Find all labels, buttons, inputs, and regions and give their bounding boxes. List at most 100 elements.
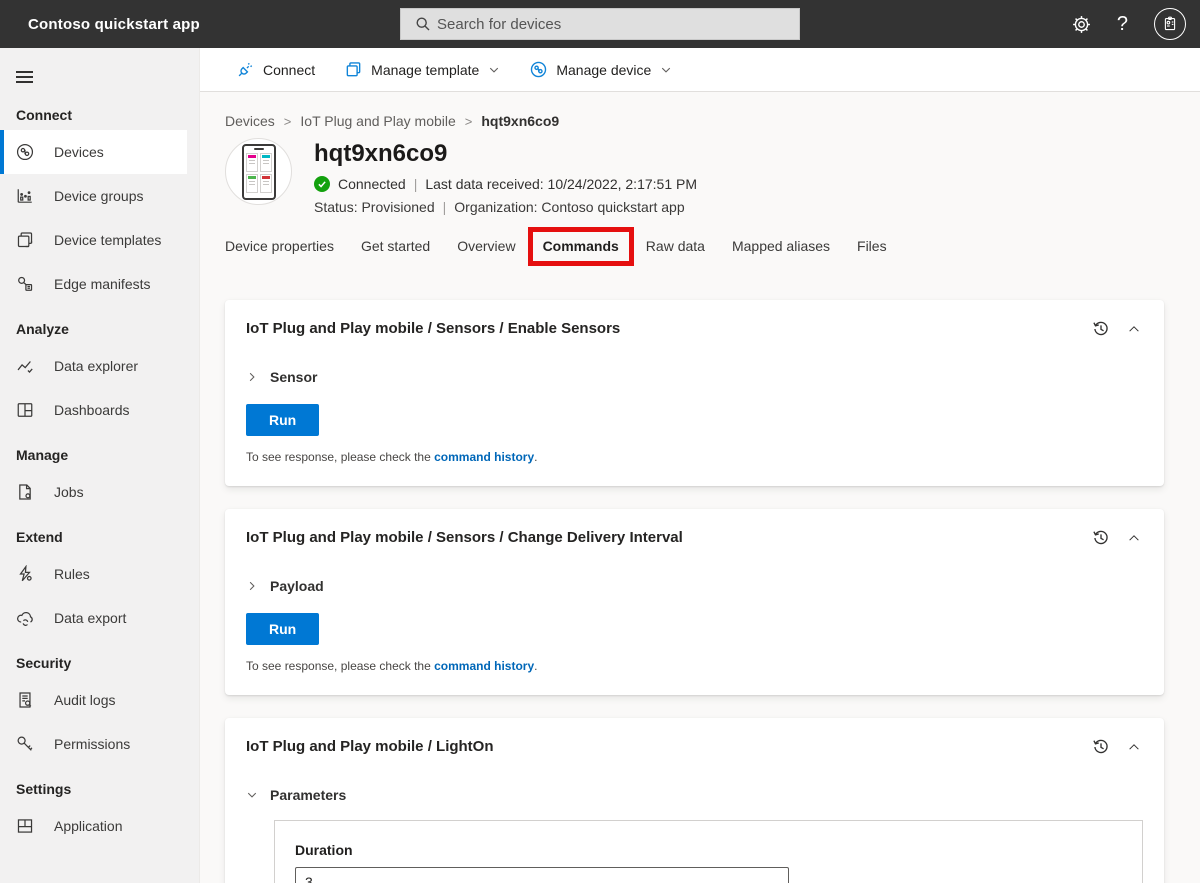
payload-expander[interactable]: Payload bbox=[246, 578, 1143, 594]
run-button[interactable]: Run bbox=[246, 404, 319, 436]
gear-icon bbox=[1072, 15, 1091, 34]
sidebar-item-jobs[interactable]: Jobs bbox=[0, 470, 199, 514]
command-card-lighton: IoT Plug and Play mobile / LightOn bbox=[225, 718, 1164, 883]
account-badge-icon bbox=[1154, 8, 1186, 40]
device-status-line: Connected | Last data received: 10/24/20… bbox=[314, 176, 697, 192]
collapse-card-button[interactable] bbox=[1127, 322, 1141, 336]
application-icon bbox=[16, 817, 34, 835]
topbar-actions: ? bbox=[1072, 0, 1186, 48]
chevron-right-icon bbox=[246, 371, 258, 383]
tab-raw-data[interactable]: Raw data bbox=[646, 238, 705, 264]
breadcrumb-template[interactable]: IoT Plug and Play mobile bbox=[300, 113, 455, 129]
breadcrumb: Devices > IoT Plug and Play mobile > hqt… bbox=[225, 113, 1164, 129]
content-area: Devices > IoT Plug and Play mobile > hqt… bbox=[200, 92, 1200, 883]
chevron-down-icon bbox=[246, 789, 258, 801]
sidebar-item-application[interactable]: Application bbox=[0, 804, 199, 848]
command-history-button[interactable] bbox=[1092, 738, 1110, 756]
history-icon bbox=[1092, 529, 1110, 547]
sidebar-section-security: Security bbox=[0, 640, 199, 678]
sidebar-section-extend: Extend bbox=[0, 514, 199, 552]
chevron-up-icon bbox=[1127, 531, 1141, 545]
collapse-card-button[interactable] bbox=[1127, 531, 1141, 545]
tab-device-properties[interactable]: Device properties bbox=[225, 238, 334, 264]
sidebar-item-edge-manifests[interactable]: Edge manifests bbox=[0, 262, 199, 306]
parameters-expander[interactable]: Parameters bbox=[246, 787, 1143, 803]
settings-button[interactable] bbox=[1072, 15, 1091, 34]
commands-list: IoT Plug and Play mobile / Sensors / Ena… bbox=[225, 300, 1164, 883]
tab-commands[interactable]: Commands bbox=[543, 238, 619, 264]
sidebar-item-data-explorer[interactable]: Data explorer bbox=[0, 344, 199, 388]
sidebar-item-label: Device templates bbox=[54, 232, 161, 248]
dashboards-icon bbox=[16, 401, 34, 419]
breadcrumb-devices[interactable]: Devices bbox=[225, 113, 275, 129]
permissions-icon bbox=[16, 735, 34, 753]
sidebar-item-permissions[interactable]: Permissions bbox=[0, 722, 199, 766]
sidebar-item-label: Application bbox=[54, 818, 123, 834]
tab-files[interactable]: Files bbox=[857, 238, 887, 264]
chevron-down-icon bbox=[660, 64, 672, 76]
audit-logs-icon bbox=[16, 691, 34, 709]
phone-screenshot-image bbox=[242, 144, 276, 200]
command-history-link[interactable]: command history bbox=[434, 450, 534, 464]
tab-overview[interactable]: Overview bbox=[457, 238, 515, 264]
collapse-card-button[interactable] bbox=[1127, 740, 1141, 754]
device-avatar bbox=[225, 138, 292, 205]
manage-device-button[interactable]: Manage device bbox=[530, 61, 672, 78]
sidebar-section-settings: Settings bbox=[0, 766, 199, 804]
last-data-received: Last data received: 10/24/2022, 2:17:51 … bbox=[425, 176, 697, 192]
chevron-down-icon bbox=[488, 64, 500, 76]
edge-manifests-icon bbox=[16, 275, 34, 293]
manage-template-icon bbox=[345, 61, 362, 78]
command-history-button[interactable] bbox=[1092, 320, 1110, 338]
command-title: IoT Plug and Play mobile / LightOn bbox=[246, 738, 494, 755]
duration-input[interactable] bbox=[295, 867, 789, 883]
run-button[interactable]: Run bbox=[246, 613, 319, 645]
jobs-icon bbox=[16, 483, 34, 501]
app-title: Contoso quickstart app bbox=[0, 16, 200, 33]
connect-button[interactable]: Connect bbox=[237, 61, 315, 78]
sensor-expander[interactable]: Sensor bbox=[246, 369, 1143, 385]
command-history-button[interactable] bbox=[1092, 529, 1110, 547]
help-button[interactable]: ? bbox=[1117, 13, 1128, 36]
sidebar-item-audit-logs[interactable]: Audit logs bbox=[0, 678, 199, 722]
data-export-icon bbox=[16, 609, 34, 627]
tab-get-started[interactable]: Get started bbox=[361, 238, 430, 264]
organization: Organization: Contoso quickstart app bbox=[454, 199, 684, 215]
provision-status: Status: Provisioned bbox=[314, 199, 435, 215]
command-title: IoT Plug and Play mobile / Sensors / Cha… bbox=[246, 529, 683, 546]
sidebar-item-data-export[interactable]: Data export bbox=[0, 596, 199, 640]
menu-toggle-button[interactable] bbox=[16, 68, 33, 86]
sidebar-item-label: Devices bbox=[54, 144, 104, 160]
tab-mapped-aliases[interactable]: Mapped aliases bbox=[732, 238, 830, 264]
device-groups-icon bbox=[16, 187, 34, 205]
search-input[interactable] bbox=[437, 16, 791, 33]
topbar: Contoso quickstart app ? bbox=[0, 0, 1200, 48]
page-title-device-name: hqt9xn6co9 bbox=[314, 140, 697, 168]
device-header: hqt9xn6co9 Connected | Last data receive… bbox=[225, 138, 1164, 215]
response-note: To see response, please check the comman… bbox=[246, 659, 1143, 673]
command-history-link[interactable]: command history bbox=[434, 659, 534, 673]
chevron-up-icon bbox=[1127, 740, 1141, 754]
history-icon bbox=[1092, 738, 1110, 756]
sidebar-item-device-groups[interactable]: Device groups bbox=[0, 174, 199, 218]
data-explorer-icon bbox=[16, 357, 34, 375]
device-tabs: Device properties Get started Overview C… bbox=[225, 238, 1164, 278]
sidebar-item-devices[interactable]: Devices bbox=[0, 130, 187, 174]
help-icon: ? bbox=[1117, 13, 1128, 36]
chevron-right-icon bbox=[246, 580, 258, 592]
breadcrumb-device-id: hqt9xn6co9 bbox=[481, 113, 559, 129]
chevron-up-icon bbox=[1127, 322, 1141, 336]
account-button[interactable] bbox=[1154, 8, 1186, 40]
device-search[interactable] bbox=[400, 8, 800, 40]
breadcrumb-separator: > bbox=[465, 114, 473, 129]
sidebar-item-rules[interactable]: Rules bbox=[0, 552, 199, 596]
manage-template-button[interactable]: Manage template bbox=[345, 61, 500, 78]
sidebar-item-label: Dashboards bbox=[54, 402, 130, 418]
sidebar-item-device-templates[interactable]: Device templates bbox=[0, 218, 199, 262]
parameters-panel: Duration bbox=[274, 820, 1143, 883]
search-icon bbox=[415, 16, 431, 32]
sidebar-item-dashboards[interactable]: Dashboards bbox=[0, 388, 199, 432]
history-icon bbox=[1092, 320, 1110, 338]
sidebar-item-label: Permissions bbox=[54, 736, 130, 752]
sidebar-item-label: Audit logs bbox=[54, 692, 115, 708]
